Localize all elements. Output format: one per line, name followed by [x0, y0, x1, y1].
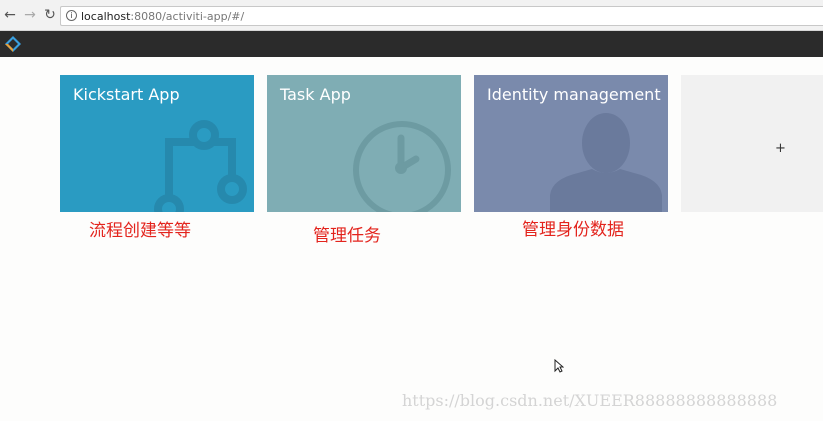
annotation-identity: 管理身份数据: [522, 220, 624, 240]
forward-arrow-icon[interactable]: →: [22, 7, 38, 23]
clock-icon: [353, 121, 451, 212]
add-app-tile[interactable]: +: [681, 75, 823, 212]
plus-icon: +: [775, 141, 786, 156]
mouse-cursor-icon: [554, 359, 564, 373]
app-header: [0, 31, 823, 57]
url-path: :8080/activiti-app/#/: [130, 10, 245, 23]
reload-icon[interactable]: ↻: [42, 7, 58, 23]
task-app-tile[interactable]: Task App: [267, 75, 461, 212]
url-host: localhost: [81, 10, 131, 23]
url-text[interactable]: localhost:8080/activiti-app/#/: [81, 10, 244, 23]
annotation-task: 管理任务: [313, 226, 381, 246]
activiti-logo-icon[interactable]: [5, 36, 21, 52]
browser-toolbar: ← → ↻ i localhost:8080/activiti-app/#/: [0, 0, 823, 31]
info-icon[interactable]: i: [66, 10, 77, 21]
identity-management-tile[interactable]: Identity management: [474, 75, 668, 212]
kickstart-app-tile[interactable]: Kickstart App: [60, 75, 254, 212]
watermark: https://blog.csdn.net/XUEER8888888888888…: [402, 391, 778, 410]
back-arrow-icon[interactable]: ←: [2, 7, 18, 23]
annotation-kickstart: 流程创建等等: [89, 221, 191, 241]
process-flow-icon: [154, 120, 247, 212]
address-bar[interactable]: i localhost:8080/activiti-app/#/: [60, 6, 823, 26]
person-icon: [550, 113, 662, 212]
